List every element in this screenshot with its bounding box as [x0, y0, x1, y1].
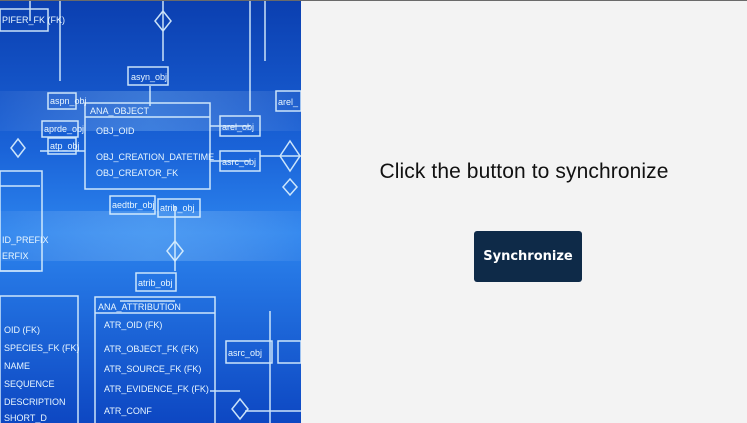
hero-label-rel-obj: arel_obj: [222, 122, 254, 132]
hero-label-left-1: aspn_obj: [50, 96, 87, 106]
hero-label-asrc-obj2: asrc_obj: [228, 348, 262, 358]
hero-label-atr-oid: ATR_OID (FK): [104, 320, 162, 330]
hero-label-left-7: SPECIES_FK (FK): [4, 343, 80, 353]
hero-label-left-2: aprde_obj: [44, 124, 84, 134]
hero-label-left-9: SEQUENCE: [4, 379, 55, 389]
synchronize-button[interactable]: Synchronize: [474, 231, 582, 282]
hero-label-atr-conf: ATR_CONF: [104, 406, 152, 416]
hero-label-rel-top: arel_: [278, 97, 299, 107]
hero-image: asyn_obj arel_ arel_obj asrc_obj ANA_OBJ…: [0, 1, 301, 423]
hero-label-syn-obj: asyn_obj: [131, 72, 167, 82]
hero-label-left-11: SHORT_D: [4, 413, 47, 423]
hero-label-top-1: PIFER_FK (FK): [2, 15, 65, 25]
main-panel: Click the button to synchronize Synchron…: [301, 1, 747, 423]
hero-label-atr-object: ATR_OBJECT_FK (FK): [104, 344, 198, 354]
hero-label-ana-object: ANA_OBJECT: [90, 106, 150, 116]
hero-label-obj-oid: OBJ_OID: [96, 126, 135, 136]
database-schema-icon: asyn_obj arel_ arel_obj asrc_obj ANA_OBJ…: [0, 1, 301, 423]
hero-label-obj-creator: OBJ_CREATOR_FK: [96, 168, 178, 178]
hero-label-atr-source: ATR_SOURCE_FK (FK): [104, 364, 201, 374]
hero-label-atrib2: atrib_obj: [138, 278, 173, 288]
hero-label-src-obj: asrc_obj: [222, 157, 256, 167]
sync-prompt: Click the button to synchronize: [379, 160, 669, 183]
hero-label-left-3: atp_obj: [50, 141, 80, 151]
hero-label-left-4: ID_PREFIX: [2, 235, 49, 245]
hero-label-left-8: NAME: [4, 361, 30, 371]
hero-label-left-6: OID (FK): [4, 325, 40, 335]
hero-label-left-10: DESCRIPTION: [4, 397, 66, 407]
hero-label-obj-creation: OBJ_CREATION_DATETIME: [96, 152, 214, 162]
hero-label-ana-attribution: ANA_ATTRIBUTION: [98, 302, 181, 312]
hero-label-atrib: atrib_obj: [160, 203, 195, 213]
hero-label-atr-evidence: ATR_EVIDENCE_FK (FK): [104, 384, 209, 394]
hero-label-left-5: ERFIX: [2, 251, 29, 261]
hero-label-aedtbr: aedtbr_obj: [112, 200, 155, 210]
app-page: asyn_obj arel_ arel_obj asrc_obj ANA_OBJ…: [0, 0, 747, 423]
